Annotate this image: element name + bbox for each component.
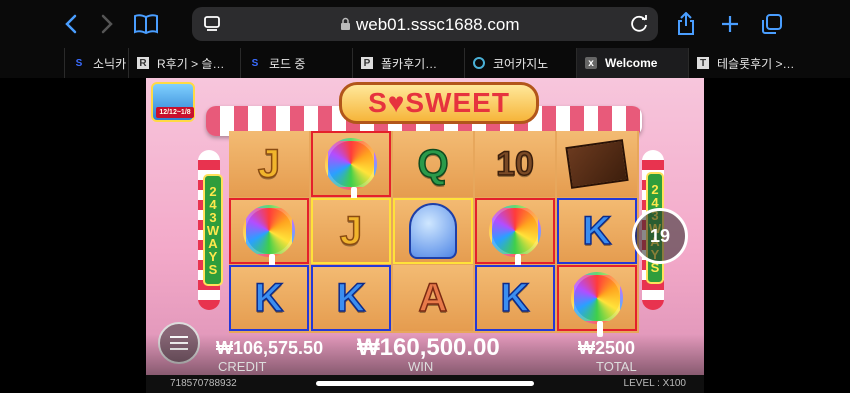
ways-char: 4 [209,196,217,212]
tab-favicon: T [697,57,709,69]
tab-bar: S 소닉카 R R후기 > 슬… S 로드 중 P 폴카후기… O 코어카지노 … [0,48,850,78]
tab-core-casino[interactable]: O 코어카지노 [464,48,576,78]
reel-cell: A [393,265,473,331]
reel-cell [229,198,309,270]
tab-label: 로드 중 [269,56,306,71]
new-tab-icon[interactable] [715,9,745,39]
tab-label: 테슬롯후기 >… [717,56,795,71]
url-text: web01.sssc1688.com [356,15,520,34]
reel-cell: K [229,265,309,331]
reel-cell: 10 [475,131,555,197]
letter-symbol-j: J [339,208,363,254]
bet-level: LEVEL : X100 [623,378,686,389]
slot-game: 12/12~1/8 S♥SWEET 2 4 3 W A Y S 2 4 3 W … [146,78,704,393]
close-tab-icon[interactable]: x [585,57,597,69]
letter-symbol-10: 10 [495,144,534,184]
ways-char: S [208,261,218,277]
ways-char: 2 [209,183,217,199]
ways-char: 4 [651,194,659,210]
tab-welcome[interactable]: x Welcome [576,48,688,78]
spin-count: 19 [649,225,671,246]
credit-label: CREDIT [218,359,267,374]
auto-spin-button[interactable]: 19 [632,208,688,264]
letter-symbol-k: K [336,275,366,321]
ways-char: A [208,235,218,251]
win-value: ₩160,500.00 [357,334,500,361]
reel-cell [475,198,555,270]
reel-cell: K [311,265,391,331]
ways-char: W [206,222,220,238]
tab-loading[interactable]: S 로드 중 [240,48,352,78]
home-indicator[interactable] [316,381,534,386]
ways-banner-left: 2 4 3 W A Y S [203,174,223,286]
reel-cell [393,198,473,264]
ways-char: Y [208,248,218,264]
game-logo: S♥SWEET [339,82,539,124]
bookmarks-icon[interactable] [131,9,161,39]
letter-symbol-k: K [500,275,530,321]
chocolate-symbol [565,139,629,189]
gumball-wild-symbol [409,203,457,259]
letter-symbol-q: Q [417,141,450,187]
browser-toolbar: web01.sssc1688.com [0,0,850,48]
reel-cell: J [311,198,391,264]
lollipop-symbol [489,205,541,270]
tab-r-review[interactable]: R R후기 > 슬… [128,48,240,78]
reel-cell [557,131,637,197]
win-label: WIN [408,359,434,374]
tab-label: R후기 > 슬… [157,56,225,71]
total-bet-label: TOTAL [596,359,637,374]
tab-favicon: S [75,57,83,69]
tab-label: 코어카지노 [493,56,549,71]
back-button[interactable] [56,9,86,39]
event-date: 12/12~1/8 [156,107,194,118]
address-bar[interactable]: web01.sssc1688.com [192,7,658,41]
lollipop-symbol [325,138,377,203]
lollipop-symbol [243,205,295,270]
letter-symbol-k: K [254,275,284,321]
forward-button[interactable] [92,9,122,39]
tab-label: Welcome [605,56,658,70]
reel-grid: J Q 10 J K K K A K [229,131,639,337]
reel-cell: K [557,198,637,264]
lock-icon [340,17,351,36]
event-badge[interactable]: 12/12~1/8 [151,82,195,122]
reload-icon[interactable] [628,13,650,40]
tab-label: 폴카후기… [381,56,438,71]
reel-cell [557,265,637,337]
tab-overview-icon[interactable] [757,9,787,39]
tab-sonic[interactable]: S 소닉카 [64,48,128,78]
tab-favicon: P [361,57,373,69]
tab-favicon: O [473,57,485,69]
ways-char: 3 [209,209,217,225]
reel-cell: Q [393,131,473,197]
letter-symbol-j: J [257,141,281,187]
letter-symbol-k: K [582,208,612,254]
share-icon[interactable] [671,9,701,39]
game-round-id: 718570788932 [170,378,237,389]
reel-cell: K [475,265,555,331]
tab-polka[interactable]: P 폴카후기… [352,48,464,78]
tab-favicon: S [251,57,259,69]
lollipop-symbol [571,272,623,337]
page-menu-icon[interactable] [202,14,222,39]
tab-favicon: R [137,57,149,69]
total-bet-value[interactable]: ₩2500 [578,338,635,359]
tab-teslot[interactable]: T 테슬롯후기 >… [688,48,800,78]
credit-value: ₩106,575.50 [216,338,324,358]
reel-cell [311,131,391,203]
reel-cell: J [229,131,309,197]
tab-label: 소닉카 [93,56,127,71]
ways-char: 2 [651,181,659,197]
letter-symbol-a: A [418,275,448,321]
